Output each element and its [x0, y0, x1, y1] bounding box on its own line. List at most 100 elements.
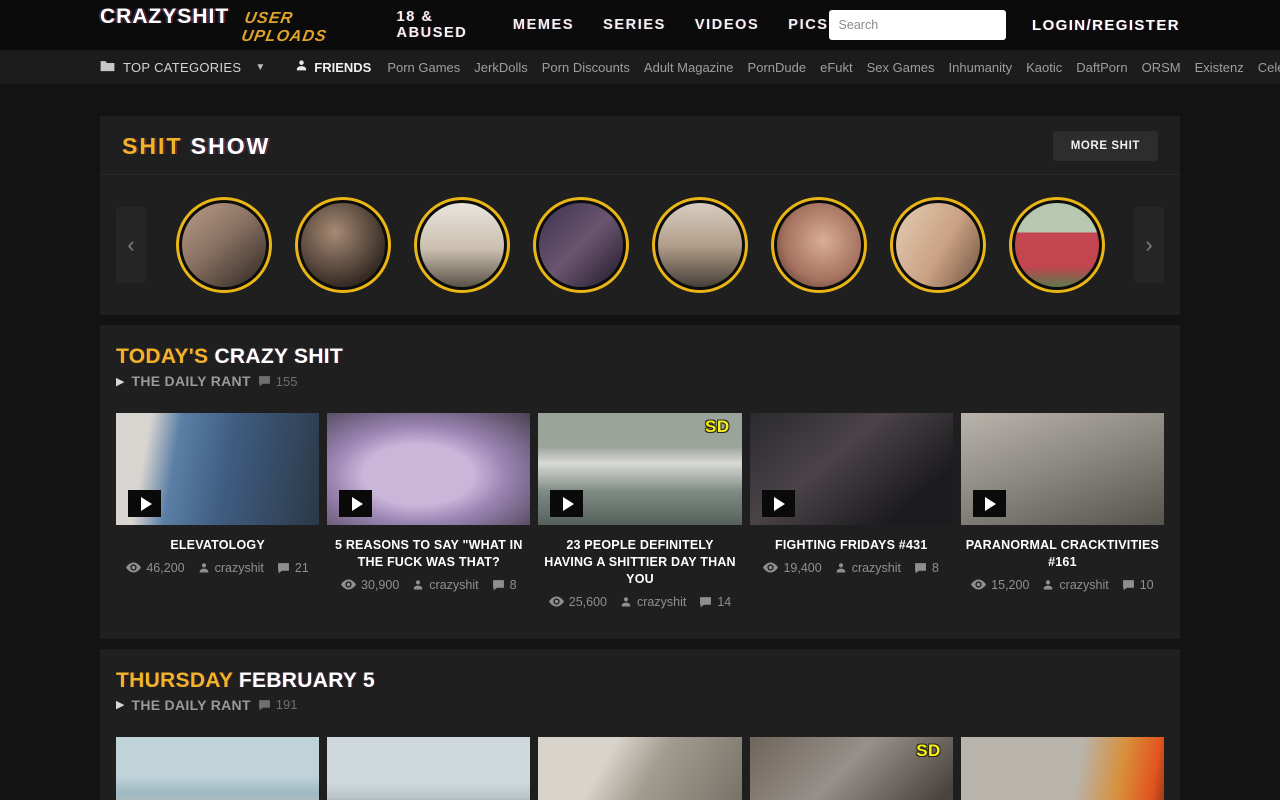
top-categories-label: TOP CATEGORIES	[123, 60, 241, 75]
video-title[interactable]: 5 REASONS TO SAY "WHAT IN THE FUCK WAS T…	[331, 537, 526, 571]
person-icon	[412, 579, 424, 591]
nav-item-series[interactable]: SERIES	[603, 17, 666, 33]
shit-show-thumb[interactable]	[533, 197, 629, 293]
carousel-next-button[interactable]: ›	[1134, 207, 1164, 283]
comments-stat: 10	[1122, 578, 1154, 592]
shit-show-thumb[interactable]	[176, 197, 272, 293]
thumb-image	[182, 203, 266, 287]
logo-link[interactable]: CRAZYSHIT USER UPLOADS	[100, 5, 367, 46]
partner-link[interactable]: Celebs	[1258, 60, 1280, 75]
partner-link[interactable]: Adult Magazine	[644, 60, 734, 75]
partner-link[interactable]: ORSM	[1142, 60, 1181, 75]
partner-link[interactable]: Existenz	[1195, 60, 1244, 75]
thumb-image	[777, 203, 861, 287]
video-thumbnail[interactable]	[750, 413, 953, 525]
partner-link[interactable]: eFukt	[820, 60, 853, 75]
search-input[interactable]	[829, 10, 1007, 40]
shit-show-title-accent: SHIT	[122, 133, 182, 159]
author-link[interactable]: crazyshit	[215, 561, 264, 575]
shit-show-thumb[interactable]	[414, 197, 510, 293]
top-categories-dropdown[interactable]: TOP CATEGORIES ▼	[100, 59, 265, 75]
video-thumbnail[interactable]: SD	[538, 413, 741, 525]
section-heading-rest: CRAZY SHIT	[214, 345, 343, 368]
video-thumbnail[interactable]	[961, 737, 1164, 800]
video-title[interactable]: ELEVATOLOGY	[120, 537, 315, 554]
shit-show-thumb[interactable]	[1009, 197, 1105, 293]
thumb-image	[420, 203, 504, 287]
comments-count: 8	[932, 561, 939, 575]
video-title[interactable]: PARANORMAL CRACKTIVITIES #161	[965, 537, 1160, 571]
author-link[interactable]: crazyshit	[1059, 578, 1108, 592]
views-count: 19,400	[783, 561, 821, 575]
author-stat: crazyshit	[835, 561, 901, 575]
sub-navbar: TOP CATEGORIES ▼ FRIENDS Porn Games Jerk…	[0, 50, 1280, 84]
daily-rant-link[interactable]: THE DAILY RANT	[131, 697, 250, 713]
video-thumbnail[interactable]	[538, 737, 741, 800]
nav-item-18-abused[interactable]: 18 & ABUSED	[397, 9, 484, 41]
video-thumbnail[interactable]	[327, 737, 530, 800]
comments-count: 21	[295, 561, 309, 575]
video-thumbnail[interactable]: SD	[750, 737, 953, 800]
partner-link[interactable]: PornDude	[748, 60, 807, 75]
nav-item-memes[interactable]: MEMES	[513, 17, 574, 33]
carousel-prev-button[interactable]: ‹	[116, 207, 146, 283]
person-icon	[295, 59, 308, 75]
shit-show-thumb[interactable]	[295, 197, 391, 293]
play-icon	[339, 490, 372, 517]
author-stat: crazyshit	[412, 578, 478, 592]
comments-stat: 8	[914, 561, 939, 575]
video-title[interactable]: FIGHTING FRIDAYS #431	[754, 537, 949, 554]
video-stats: 25,600 crazyshit 14	[538, 595, 741, 609]
person-icon	[620, 596, 632, 608]
thumb-image	[658, 203, 742, 287]
views-stat: 19,400	[763, 561, 821, 575]
author-link[interactable]: crazyshit	[429, 578, 478, 592]
author-link[interactable]: crazyshit	[637, 595, 686, 609]
video-stats: 46,200 crazyshit 21	[116, 561, 319, 575]
partner-link[interactable]: Inhumanity	[949, 60, 1013, 75]
logo-tagline: USER UPLOADS	[240, 10, 370, 46]
daily-rant-comments: 155	[258, 374, 298, 389]
eye-icon	[341, 579, 356, 590]
daily-rant-comment-count: 155	[276, 374, 298, 389]
partner-link[interactable]: Sex Games	[867, 60, 935, 75]
eye-icon	[126, 562, 141, 573]
daily-rant-link[interactable]: THE DAILY RANT	[131, 373, 250, 389]
author-link[interactable]: crazyshit	[852, 561, 901, 575]
thursday-section-header: THURSDAY FEBRUARY 5 ▶ THE DAILY RANT 191	[100, 649, 1180, 713]
video-thumbnail[interactable]	[961, 413, 1164, 525]
carousel-items	[176, 197, 1105, 293]
nav-item-pics[interactable]: PICS	[788, 17, 828, 33]
today-section: TODAY'S CRAZY SHIT ▶ THE DAILY RANT 155 …	[100, 325, 1180, 639]
person-icon	[1042, 579, 1054, 591]
partner-link[interactable]: Porn Games	[387, 60, 460, 75]
today-section-header: TODAY'S CRAZY SHIT ▶ THE DAILY RANT 155	[100, 325, 1180, 389]
video-title[interactable]: 23 PEOPLE DEFINITELY HAVING A SHITTIER D…	[542, 537, 737, 588]
thumb-image	[301, 203, 385, 287]
nav-item-videos[interactable]: VIDEOS	[695, 17, 759, 33]
friends-label: FRIENDS	[314, 60, 371, 75]
folder-icon	[100, 59, 115, 75]
video-card: SD	[750, 737, 953, 800]
section-heading-rest: FEBRUARY 5	[239, 669, 375, 692]
partner-link[interactable]: Porn Discounts	[542, 60, 630, 75]
top-navbar: CRAZYSHIT USER UPLOADS 18 & ABUSED MEMES…	[0, 0, 1280, 50]
views-stat: 25,600	[549, 595, 607, 609]
partner-link[interactable]: JerkDolls	[474, 60, 527, 75]
partner-link[interactable]: DaftPorn	[1076, 60, 1127, 75]
shit-show-thumb[interactable]	[890, 197, 986, 293]
friends-link[interactable]: FRIENDS	[295, 59, 371, 75]
video-thumbnail[interactable]	[116, 413, 319, 525]
shit-show-thumb[interactable]	[771, 197, 867, 293]
more-shit-button[interactable]: MORE SHIT	[1053, 131, 1158, 161]
chevron-left-icon: ‹	[127, 232, 134, 258]
partner-link[interactable]: Kaotic	[1026, 60, 1062, 75]
section-heading-accent: TODAY'S	[116, 345, 208, 368]
shit-show-thumb[interactable]	[652, 197, 748, 293]
shit-show-title: SHIT SHOW	[122, 133, 270, 160]
login-register-link[interactable]: LOGIN/REGISTER	[1032, 17, 1180, 34]
video-thumbnail[interactable]	[116, 737, 319, 800]
video-thumbnail[interactable]	[327, 413, 530, 525]
shit-show-title-rest: SHOW	[191, 133, 271, 159]
main-content: SHIT SHOW MORE SHIT ‹ ›	[100, 116, 1180, 800]
